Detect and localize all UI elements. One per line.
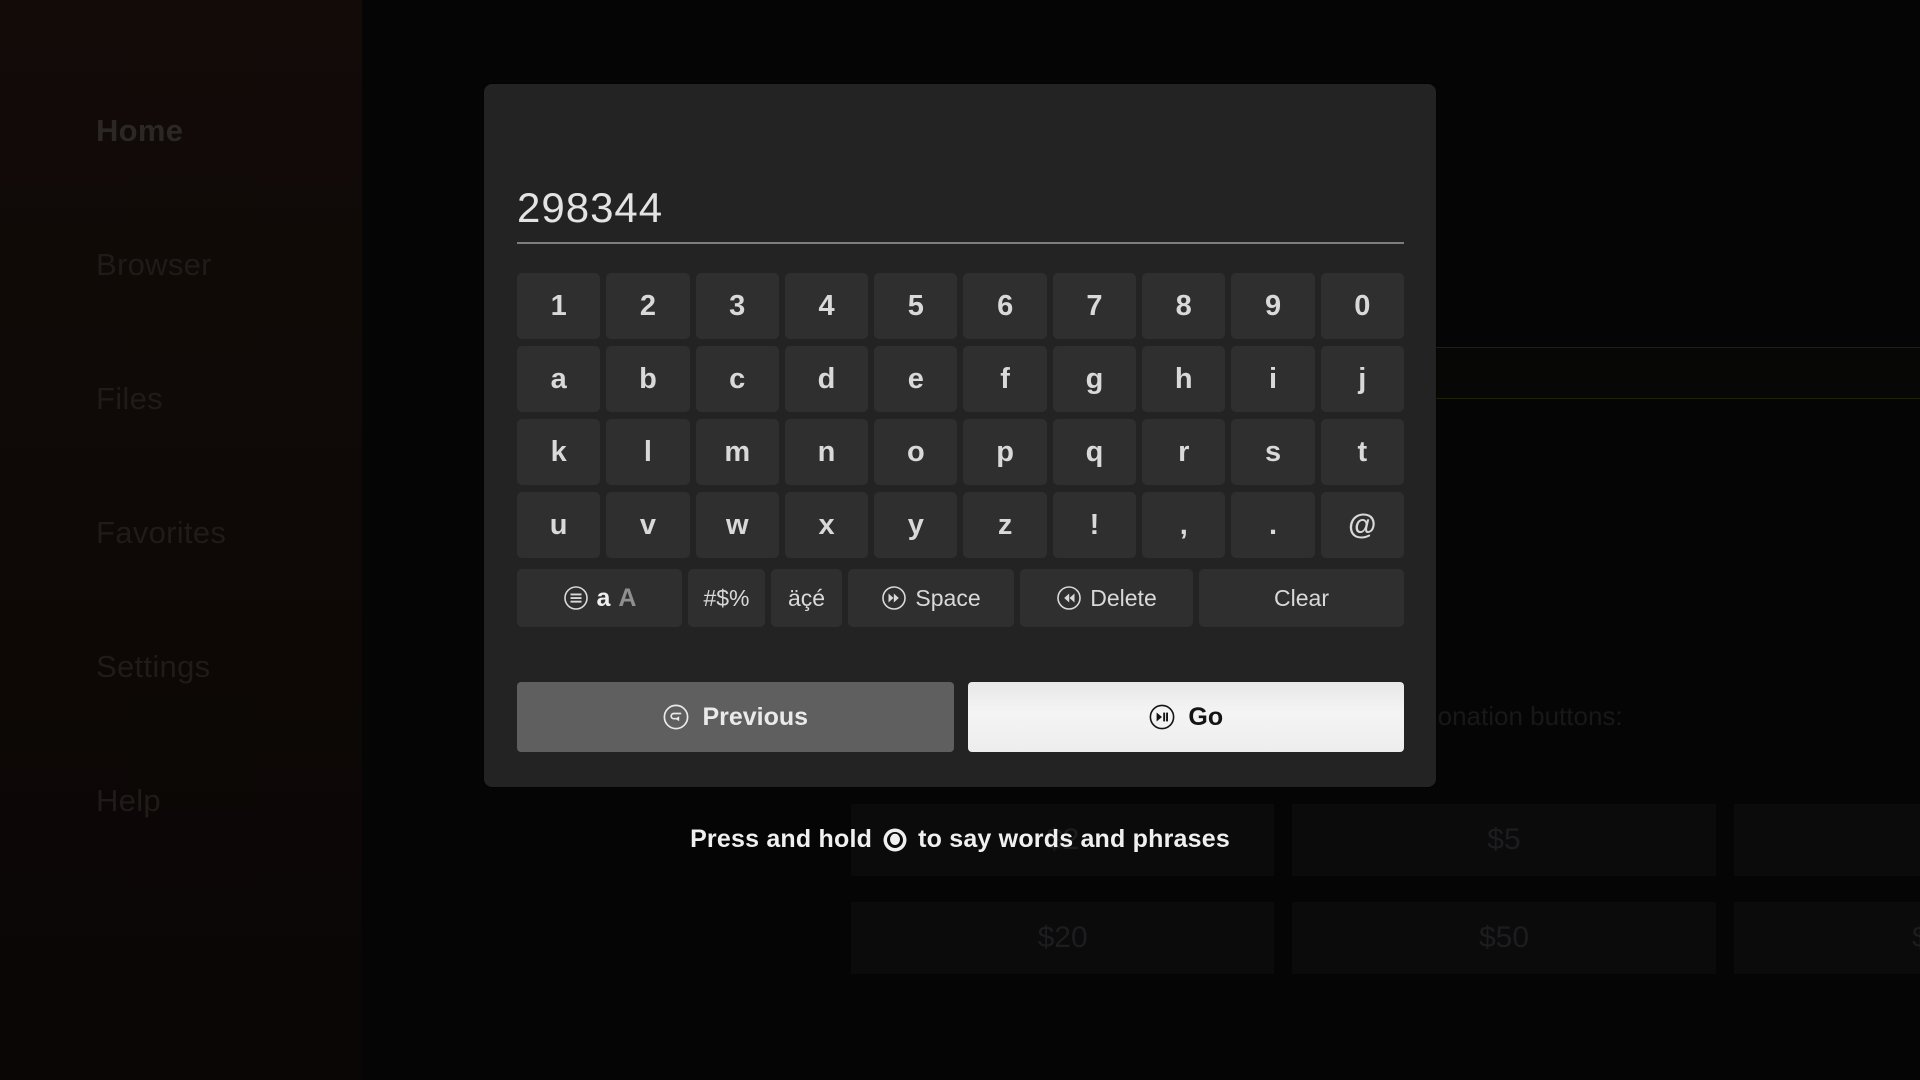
donation-amount-label: $20: [1037, 921, 1088, 954]
sidebar-item-label: Browser: [96, 247, 212, 282]
space-label: Space: [915, 584, 981, 611]
sidebar-item-home[interactable]: Home: [96, 114, 346, 248]
delete-key[interactable]: Delete: [1020, 569, 1193, 627]
key-k[interactable]: k: [517, 419, 601, 485]
sidebar-item-label: Favorites: [96, 515, 227, 550]
key-at[interactable]: @: [1320, 492, 1404, 558]
key-d[interactable]: d: [784, 346, 869, 412]
donation-heading-line2: ): [1374, 742, 1794, 794]
case-toggle-key[interactable]: aA: [517, 569, 682, 627]
space-key[interactable]: Space: [848, 569, 1014, 627]
key-9[interactable]: 9: [1231, 273, 1315, 339]
donation-amount-label: $50: [1478, 921, 1530, 954]
key-s[interactable]: s: [1231, 419, 1315, 485]
keyboard-row-a-j: a b c d e f g h i j: [517, 346, 1404, 412]
key-n[interactable]: n: [784, 419, 869, 485]
key-0[interactable]: 0: [1320, 273, 1404, 339]
key-3[interactable]: 3: [695, 273, 779, 339]
keyboard-row-k-t: k l m n o p q r s t: [517, 419, 1404, 485]
voice-hint-text-before: Press and hold: [690, 825, 873, 853]
key-7[interactable]: 7: [1052, 273, 1137, 339]
key-comma[interactable]: ,: [1142, 492, 1226, 558]
key-c[interactable]: c: [695, 346, 779, 412]
keyboard-function-row: aA #$% äçé Space Delete Clear: [517, 569, 1404, 627]
url-input-field[interactable]: [1385, 347, 1920, 399]
key-t[interactable]: t: [1320, 419, 1404, 485]
key-i[interactable]: i: [1231, 346, 1315, 412]
key-4[interactable]: 4: [784, 273, 869, 339]
voice-hint-text-after: to say words and phrases: [918, 825, 1230, 853]
key-x[interactable]: x: [784, 492, 869, 558]
key-r[interactable]: r: [1142, 419, 1226, 485]
key-exclamation[interactable]: !: [1052, 492, 1137, 558]
donation-button-100[interactable]: $100: [1733, 902, 1920, 974]
sidebar-item-files[interactable]: Files: [96, 382, 346, 516]
sidebar-item-settings[interactable]: Settings: [96, 650, 346, 784]
key-8[interactable]: 8: [1142, 273, 1226, 339]
accents-label: äçé: [787, 584, 826, 611]
screen-root: Home Browser Files Favorites Settings He…: [0, 0, 1920, 1080]
donation-amount-label: $100: [1912, 921, 1920, 955]
sidebar-nav-list: Home Browser Files Favorites Settings He…: [96, 114, 346, 918]
key-v[interactable]: v: [606, 492, 690, 558]
key-period[interactable]: .: [1231, 492, 1315, 558]
key-w[interactable]: w: [695, 492, 779, 558]
go-label: Go: [1188, 702, 1224, 731]
symbols-key[interactable]: #$%: [688, 569, 765, 627]
menu-circle-icon: [563, 585, 589, 611]
key-m[interactable]: m: [695, 419, 779, 485]
key-h[interactable]: h: [1142, 346, 1226, 412]
donation-button-50[interactable]: $50: [1292, 902, 1716, 974]
keyboard-row-u-at: u v w x y z ! , . @: [517, 492, 1404, 558]
key-o[interactable]: o: [874, 419, 958, 485]
key-2[interactable]: 2: [606, 273, 690, 339]
accents-key[interactable]: äçé: [771, 569, 842, 627]
sidebar-item-label: Settings: [96, 649, 211, 684]
key-u[interactable]: u: [517, 492, 601, 558]
keyboard-row-numbers: 1 2 3 4 5 6 7 8 9 0: [517, 273, 1404, 339]
key-b[interactable]: b: [606, 346, 690, 412]
key-q[interactable]: q: [1052, 419, 1137, 485]
back-arrow-circle-icon: [662, 703, 690, 731]
key-1[interactable]: 1: [517, 273, 601, 339]
play-pause-circle-icon: [1148, 703, 1176, 731]
delete-label: Delete: [1090, 584, 1157, 611]
sidebar-item-label: Home: [96, 113, 184, 148]
go-button[interactable]: Go: [967, 682, 1404, 752]
sidebar-item-label: Files: [96, 381, 163, 416]
keyboard-text-field[interactable]: 298344: [517, 134, 1404, 244]
sidebar: Home Browser Files Favorites Settings He…: [0, 0, 362, 1080]
previous-label: Previous: [702, 702, 809, 731]
donation-button-20[interactable]: $20: [851, 902, 1275, 974]
key-z[interactable]: z: [963, 492, 1047, 558]
sidebar-item-label: Help: [96, 783, 161, 818]
sidebar-item-favorites[interactable]: Favorites: [96, 516, 346, 650]
clear-key[interactable]: Clear: [1199, 569, 1404, 627]
onscreen-keyboard-panel: 298344 1 2 3 4 5 6 7 8 9 0 a b c d e f g…: [484, 84, 1436, 787]
keyboard-action-row: Previous Go: [517, 682, 1404, 752]
case-lower-label: a: [596, 583, 611, 612]
clear-label: Clear: [1274, 584, 1329, 611]
key-y[interactable]: y: [874, 492, 958, 558]
fast-forward-circle-icon: [881, 585, 907, 611]
key-6[interactable]: 6: [963, 273, 1047, 339]
key-l[interactable]: l: [606, 419, 690, 485]
key-5[interactable]: 5: [874, 273, 958, 339]
key-p[interactable]: p: [963, 419, 1047, 485]
voice-hint: Press and hold to say words and phrases: [0, 825, 1920, 854]
key-e[interactable]: e: [874, 346, 958, 412]
key-f[interactable]: f: [963, 346, 1047, 412]
sidebar-item-browser[interactable]: Browser: [96, 248, 346, 382]
key-a[interactable]: a: [517, 346, 601, 412]
previous-button[interactable]: Previous: [517, 682, 954, 752]
voice-button-icon: [882, 827, 908, 853]
rewind-circle-icon: [1056, 585, 1082, 611]
key-g[interactable]: g: [1052, 346, 1137, 412]
donation-heading: ase donation buttons: ): [1374, 690, 1794, 794]
keyboard-key-rows: 1 2 3 4 5 6 7 8 9 0 a b c d e f g h i j …: [517, 273, 1404, 634]
case-upper-label: A: [618, 583, 637, 612]
keyboard-input-value: 298344: [517, 184, 664, 231]
symbols-label: #$%: [703, 584, 750, 611]
key-j[interactable]: j: [1320, 346, 1404, 412]
